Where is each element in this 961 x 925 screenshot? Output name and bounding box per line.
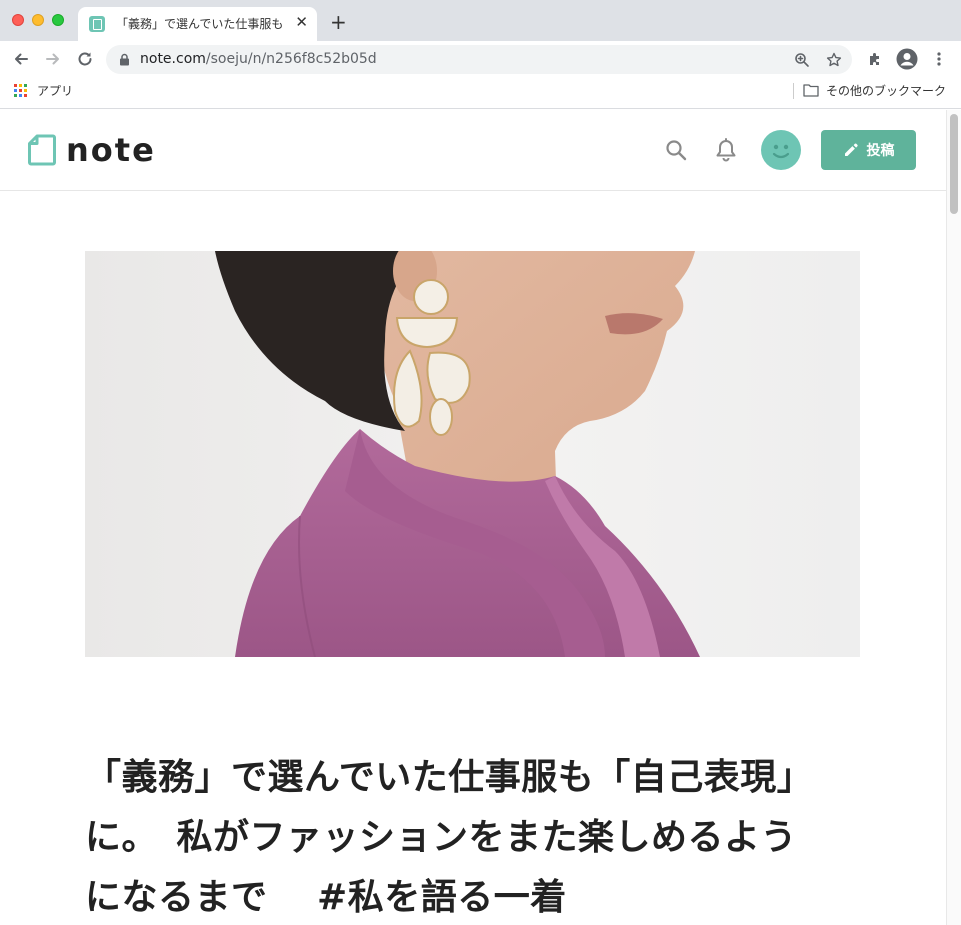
pencil-icon: [844, 143, 858, 156]
profile-avatar-icon[interactable]: [896, 48, 918, 70]
bell-icon[interactable]: [713, 137, 739, 163]
address-bar[interactable]: note.com/soeju/n/n256f8c52b05d: [106, 45, 852, 74]
hero-photo-illustration: [85, 251, 860, 657]
browser-menu-icon[interactable]: [928, 48, 950, 70]
page-viewport: note 投稿 「義務」で選んでいた仕事服も「自己表現」 に。 私がファッション…: [0, 110, 961, 925]
article-title: 「義務」で選んでいた仕事服も「自己表現」 に。 私がファッションをまた楽しめるよ…: [85, 757, 814, 918]
bookmarks-bar: アプリ その他のブックマーク: [0, 78, 961, 109]
close-window-button[interactable]: [12, 14, 24, 26]
minimize-window-button[interactable]: [32, 14, 44, 26]
smiley-face-icon: [772, 144, 790, 159]
note-logo[interactable]: note: [28, 134, 156, 166]
note-logo-icon: [28, 134, 56, 166]
bookmark-star-icon[interactable]: [824, 50, 844, 70]
arrow-left-icon: [15, 53, 28, 65]
scrollbar-thumb[interactable]: [950, 114, 958, 214]
folder-icon: [803, 84, 819, 97]
back-button[interactable]: [9, 47, 33, 71]
article-hero-image: [85, 251, 860, 657]
url-path: /soeju/n/n256f8c52b05d: [205, 51, 377, 67]
bookmarks-divider: [793, 83, 794, 99]
note-favicon-icon: [89, 16, 105, 32]
search-icon[interactable]: [663, 137, 689, 163]
url-host: note.com: [140, 51, 206, 67]
maximize-window-button[interactable]: [52, 14, 64, 26]
other-bookmarks-folder[interactable]: その他のブックマーク: [826, 82, 946, 99]
url-text: note.com/soeju/n/n256f8c52b05d: [140, 51, 377, 67]
apps-shortcut[interactable]: アプリ: [37, 82, 73, 99]
tab-close-icon[interactable]: ✕: [295, 12, 308, 32]
browser-tab-active[interactable]: 「義務」で選んでいた仕事服も「自己表現」に。私がファッションをまた楽しめるように…: [78, 7, 317, 41]
user-avatar[interactable]: [761, 130, 801, 170]
post-button-label: 投稿: [866, 143, 895, 159]
tab-title: 「義務」で選んでいた仕事服も「自己表現」に。私がファッションをまた楽しめるように…: [116, 17, 286, 31]
extensions-puzzle-icon[interactable]: [864, 48, 886, 70]
browser-toolbar: note.com/soeju/n/n256f8c52b05d: [0, 41, 961, 78]
reload-icon: [78, 52, 92, 66]
lock-icon: [120, 53, 129, 66]
browser-titlebar: 「義務」で選んでいた仕事服も「自己表現」に。私がファッションをまた楽しめるように…: [0, 0, 961, 41]
note-logo-text: note: [66, 131, 156, 169]
note-site-header: note 投稿: [0, 110, 946, 191]
new-tab-button[interactable]: +: [330, 10, 347, 34]
reload-button[interactable]: [73, 47, 97, 71]
page-scrollbar[interactable]: [946, 110, 961, 925]
forward-button[interactable]: [41, 47, 65, 71]
zoom-icon[interactable]: [792, 50, 812, 70]
post-button[interactable]: 投稿: [821, 130, 916, 170]
arrow-right-icon: [46, 53, 59, 65]
apps-grid-icon[interactable]: [14, 84, 27, 97]
